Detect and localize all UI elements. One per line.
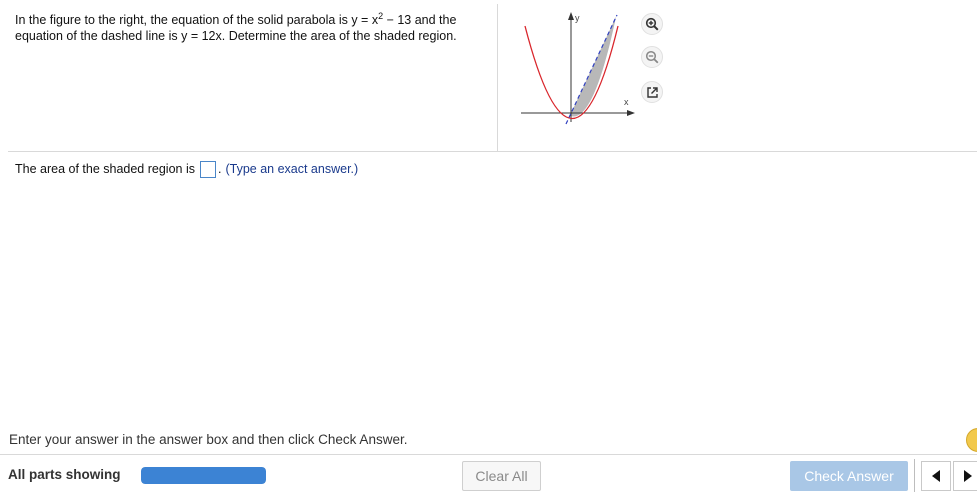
clear-all-button[interactable]: Clear All xyxy=(462,461,541,491)
triangle-right-icon xyxy=(964,470,972,482)
answer-line: The area of the shaded region is . (Type… xyxy=(15,160,358,178)
help-emoji-icon[interactable] xyxy=(966,428,977,452)
answer-input[interactable] xyxy=(199,160,216,178)
previous-button[interactable] xyxy=(921,461,951,491)
next-button[interactable] xyxy=(953,461,977,491)
question-text: In the figure to the right, the equation… xyxy=(15,11,485,44)
vertical-divider xyxy=(497,4,498,151)
answer-suffix: . xyxy=(217,162,222,176)
y-axis-arrow xyxy=(568,12,574,20)
parts-progress-bar xyxy=(141,467,266,484)
question-text-part1: In the figure to the right, the equation… xyxy=(15,13,379,27)
parts-progress-fill xyxy=(141,467,266,484)
zoom-in-icon xyxy=(645,17,659,31)
zoom-out-icon xyxy=(645,50,659,64)
x-axis-arrow xyxy=(627,110,635,116)
check-answer-button[interactable]: Check Answer xyxy=(790,461,908,491)
section-divider xyxy=(8,151,977,152)
parabola-figure: y x xyxy=(521,12,635,125)
popout-icon xyxy=(646,86,658,98)
nav-separator xyxy=(914,459,915,492)
answer-prefix: The area of the shaded region is xyxy=(15,162,195,176)
x-axis-label: x xyxy=(624,97,629,107)
y-axis-label: y xyxy=(575,13,580,23)
instruction-text: Enter your answer in the answer box and … xyxy=(9,432,408,447)
zoom-out-button[interactable] xyxy=(641,46,663,68)
popout-button[interactable] xyxy=(641,81,663,103)
triangle-left-icon xyxy=(932,470,940,482)
zoom-in-button[interactable] xyxy=(641,13,663,35)
footer-divider xyxy=(0,454,977,455)
answer-hint: (Type an exact answer.) xyxy=(225,162,359,176)
parts-showing-label: All parts showing xyxy=(8,467,121,482)
